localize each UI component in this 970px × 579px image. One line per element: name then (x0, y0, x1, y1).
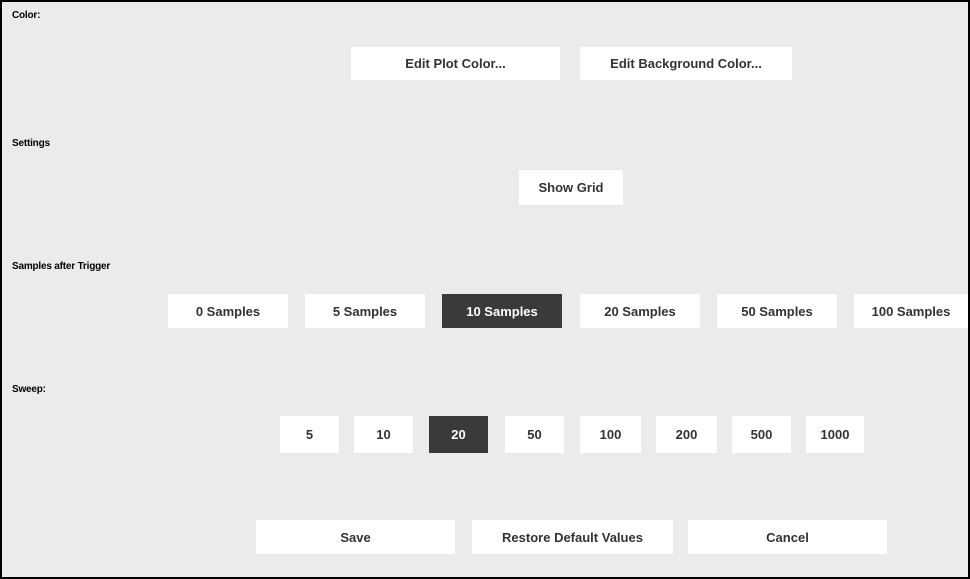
cancel-button[interactable]: Cancel (688, 520, 887, 554)
settings-panel: Color: Edit Plot Color... Edit Backgroun… (0, 0, 970, 579)
samples-after-trigger-label: Samples after Trigger (12, 261, 111, 272)
save-button[interactable]: Save (256, 520, 455, 554)
edit-plot-color-button[interactable]: Edit Plot Color... (351, 47, 560, 80)
samples-option-10[interactable]: 10 Samples (442, 294, 562, 328)
sweep-option-100[interactable]: 100 (580, 416, 641, 453)
samples-option-100[interactable]: 100 Samples (854, 294, 968, 328)
sweep-option-500[interactable]: 500 (732, 416, 791, 453)
settings-section-label: Settings (12, 138, 50, 149)
edit-background-color-button[interactable]: Edit Background Color... (580, 47, 792, 80)
sweep-option-200[interactable]: 200 (656, 416, 717, 453)
sweep-option-10[interactable]: 10 (354, 416, 413, 453)
show-grid-button[interactable]: Show Grid (519, 170, 623, 205)
sweep-section-label: Sweep: (12, 384, 46, 395)
sweep-option-1000[interactable]: 1000 (806, 416, 864, 453)
samples-option-0[interactable]: 0 Samples (168, 294, 288, 328)
samples-option-50[interactable]: 50 Samples (717, 294, 837, 328)
sweep-option-50[interactable]: 50 (505, 416, 564, 453)
color-section-label: Color: (12, 10, 41, 21)
sweep-option-5[interactable]: 5 (280, 416, 339, 453)
sweep-option-20[interactable]: 20 (429, 416, 488, 453)
samples-option-20[interactable]: 20 Samples (580, 294, 700, 328)
samples-option-5[interactable]: 5 Samples (305, 294, 425, 328)
restore-defaults-button[interactable]: Restore Default Values (472, 520, 673, 554)
